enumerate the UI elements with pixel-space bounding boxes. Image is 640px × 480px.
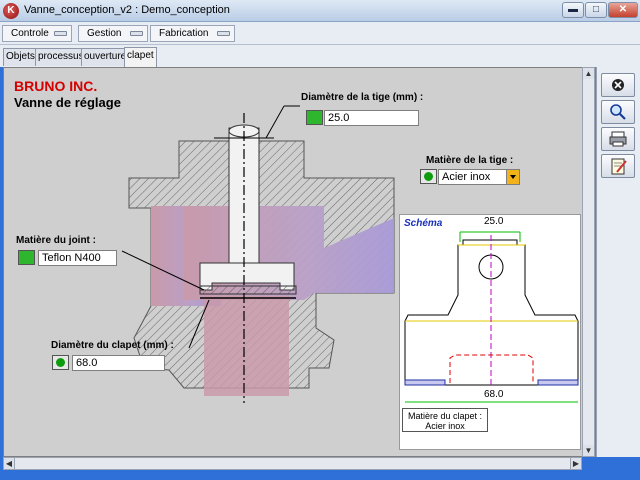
joint-material-label: Matière du joint : <box>16 235 96 246</box>
app-logo-icon: K <box>3 3 19 19</box>
menu-bar: Controle Gestion Fabrication <box>0 22 640 45</box>
minimize-button[interactable]: ▬ <box>562 2 584 18</box>
stem-material-select[interactable]: Acier inox <box>438 169 520 185</box>
tab-bar: Objets processus ouverture clapet <box>0 45 640 67</box>
dropdown-arrow-icon[interactable] <box>506 170 519 184</box>
stem-diameter-field[interactable]: 25.0 <box>324 110 419 126</box>
print-tool-button[interactable] <box>601 127 635 151</box>
title-bar: K Vanne_conception_v2 : Demo_conception … <box>0 0 640 22</box>
schema-note-line1: Matière du clapet : <box>407 411 483 421</box>
schema-note: Matière du clapet : Acier inox <box>402 408 488 432</box>
tab-objets[interactable]: Objets <box>3 48 38 66</box>
menu-arrow-icon <box>54 31 67 36</box>
tab-processus[interactable]: processus <box>35 48 87 66</box>
seat-right <box>537 379 579 386</box>
seat-left <box>404 379 446 386</box>
menu-gestion-label: Gestion <box>87 28 122 39</box>
lock-icon[interactable] <box>306 110 323 125</box>
scroll-down-icon[interactable]: ▼ <box>583 445 594 456</box>
close-button[interactable]: ✕ <box>608 2 638 18</box>
valve-outlet <box>204 296 289 396</box>
menu-gestion[interactable]: Gestion <box>78 25 148 42</box>
menu-arrow-icon <box>217 31 230 36</box>
menu-fabrication-label: Fabrication <box>159 28 209 39</box>
schema-panel: Schéma 25.0 68.0 Matière du clapet : Aci… <box>399 214 581 450</box>
horizontal-scrollbar[interactable]: ◀ ▶ <box>3 457 582 470</box>
maximize-button[interactable]: □ <box>585 2 607 18</box>
window-title: Vanne_conception_v2 : Demo_conception <box>24 4 230 16</box>
zoom-tool-button[interactable] <box>601 100 635 124</box>
tab-clapet[interactable]: clapet <box>124 47 157 67</box>
menu-fabrication[interactable]: Fabrication <box>150 25 235 42</box>
plug-diameter-field[interactable]: 68.0 <box>72 355 165 371</box>
status-indicator-icon[interactable] <box>52 355 69 370</box>
tab-ouverture[interactable]: ouverture <box>81 48 130 66</box>
status-indicator-icon[interactable] <box>420 169 437 184</box>
close-circle-icon <box>612 79 624 91</box>
menu-arrow-icon <box>130 31 143 36</box>
right-toolbar <box>596 67 640 457</box>
scroll-left-icon[interactable]: ◀ <box>4 458 15 469</box>
stem-material-label: Matière de la tige : <box>426 155 514 166</box>
lock-icon[interactable] <box>18 250 35 265</box>
schema-note-line2: Acier inox <box>425 421 465 431</box>
vertical-scrollbar[interactable]: ▲ ▼ <box>582 67 595 457</box>
edit-note-icon <box>611 158 627 175</box>
schema-bottom-dimension: 68.0 <box>484 389 504 400</box>
printer-icon <box>609 131 627 147</box>
scroll-right-icon[interactable]: ▶ <box>570 458 581 469</box>
plug-diameter-label: Diamètre du clapet (mm) : <box>51 340 174 351</box>
magnifier-icon <box>610 104 626 120</box>
scroll-up-icon[interactable]: ▲ <box>583 68 594 79</box>
design-panel: BRUNO INC. Vanne de réglage Diamètre de … <box>3 67 596 457</box>
close-tool-button[interactable] <box>601 73 635 97</box>
menu-controle-label: Controle <box>11 28 49 39</box>
stem-diameter-label: Diamètre de la tige (mm) : <box>301 92 424 103</box>
joint-material-field[interactable]: Teflon N400 <box>38 250 117 266</box>
joint-seal <box>199 285 297 295</box>
menu-controle[interactable]: Controle <box>2 25 72 42</box>
schema-top-dimension: 25.0 <box>484 216 504 227</box>
edit-tool-button[interactable] <box>601 154 635 178</box>
leader-line <box>265 105 285 139</box>
stem-material-value: Acier inox <box>442 171 491 183</box>
